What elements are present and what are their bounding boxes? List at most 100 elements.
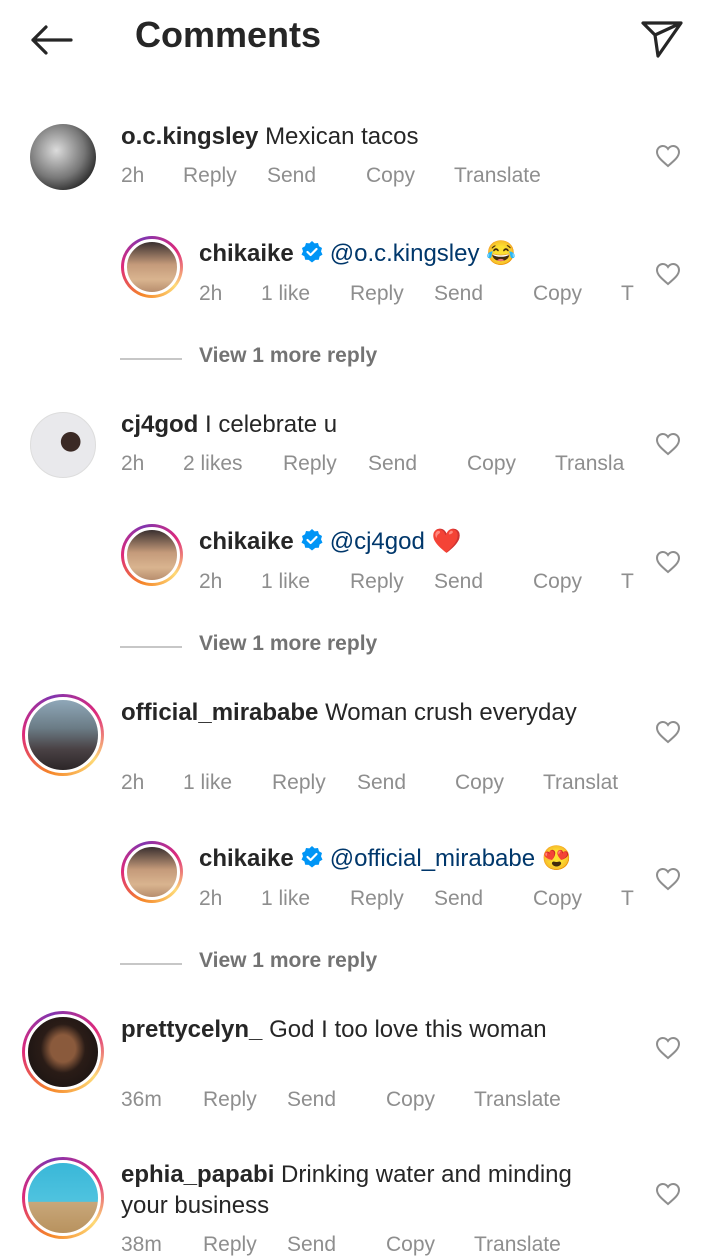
likes-count[interactable]: 1 like bbox=[261, 887, 310, 911]
comment-time: 2h bbox=[121, 452, 145, 475]
arrow-left-icon bbox=[31, 25, 73, 55]
divider bbox=[120, 646, 182, 648]
comment-time: 2h bbox=[199, 570, 223, 593]
comment-time: 36m bbox=[121, 1088, 162, 1111]
avatar[interactable] bbox=[22, 1157, 104, 1239]
reply-button[interactable]: Reply bbox=[203, 1088, 257, 1112]
mention-link[interactable]: @official_mirababe bbox=[330, 845, 535, 872]
avatar[interactable] bbox=[121, 524, 183, 586]
send-button[interactable]: Send bbox=[287, 1233, 336, 1257]
send-button[interactable]: Send bbox=[287, 1088, 336, 1112]
comment-username[interactable]: chikaike bbox=[199, 240, 294, 267]
comment-username[interactable]: prettycelyn_ bbox=[121, 1016, 262, 1043]
reply-item: chikaike @official_mirababe 😍 2h 1 like R… bbox=[0, 841, 720, 921]
mention-link[interactable]: @cj4god bbox=[330, 528, 425, 555]
comment-time: 2h bbox=[199, 282, 223, 305]
comment-text: Mexican tacos bbox=[265, 123, 419, 150]
back-button[interactable] bbox=[26, 18, 76, 62]
avatar[interactable] bbox=[121, 236, 183, 298]
reply-button[interactable]: Reply bbox=[283, 452, 337, 476]
translate-button[interactable]: T bbox=[621, 570, 634, 594]
heart-icon[interactable] bbox=[655, 720, 681, 744]
verified-badge-icon bbox=[301, 241, 323, 263]
send-button[interactable]: Send bbox=[368, 452, 417, 476]
send-button[interactable]: Send bbox=[434, 570, 483, 594]
avatar[interactable] bbox=[121, 841, 183, 903]
copy-button[interactable]: Copy bbox=[533, 570, 582, 594]
heart-icon[interactable] bbox=[655, 1182, 681, 1206]
translate-button[interactable]: Translate bbox=[474, 1088, 561, 1112]
comment-item: ephia_papabi Drinking water and minding … bbox=[0, 1157, 720, 1256]
comment-time: 2h bbox=[199, 887, 223, 910]
divider bbox=[120, 963, 182, 965]
copy-button[interactable]: Copy bbox=[386, 1233, 435, 1257]
comment-username[interactable]: chikaike bbox=[199, 528, 294, 555]
comment-username[interactable]: cj4god bbox=[121, 411, 198, 438]
send-button[interactable]: Send bbox=[434, 887, 483, 911]
copy-button[interactable]: Copy bbox=[533, 282, 582, 306]
comment-username[interactable]: chikaike bbox=[199, 845, 294, 872]
reply-button[interactable]: Reply bbox=[203, 1233, 257, 1257]
page-title: Comments bbox=[135, 14, 322, 55]
divider bbox=[120, 358, 182, 360]
view-more-label[interactable]: View 1 more reply bbox=[199, 632, 377, 656]
comment-username[interactable]: ephia_papabi bbox=[121, 1161, 274, 1188]
verified-badge-icon bbox=[301, 846, 323, 868]
mention-link[interactable]: @o.c.kingsley bbox=[330, 240, 480, 267]
comment-time: 38m bbox=[121, 1233, 162, 1256]
heart-icon[interactable] bbox=[655, 550, 681, 574]
likes-count[interactable]: 1 like bbox=[261, 282, 310, 306]
avatar[interactable] bbox=[22, 1011, 104, 1093]
reply-button[interactable]: Reply bbox=[183, 164, 237, 188]
reply-button[interactable]: Reply bbox=[350, 570, 404, 594]
translate-button[interactable]: Translat bbox=[543, 771, 618, 795]
comment-time: 2h bbox=[121, 164, 145, 187]
translate-button[interactable]: T bbox=[621, 282, 634, 306]
heart-icon[interactable] bbox=[655, 867, 681, 891]
comment-item: official_mirababe Woman crush everyday 2… bbox=[0, 694, 720, 804]
view-more-label[interactable]: View 1 more reply bbox=[199, 344, 377, 368]
comment-text: God I too love this woman bbox=[269, 1016, 547, 1043]
reply-button[interactable]: Reply bbox=[272, 771, 326, 795]
header-bar: Comments bbox=[0, 0, 720, 80]
translate-button[interactable]: T bbox=[621, 887, 634, 911]
share-button[interactable] bbox=[636, 14, 688, 64]
comment-item: cj4god I celebrate u 2h 2 likes Reply Se… bbox=[0, 408, 720, 488]
copy-button[interactable]: Copy bbox=[455, 771, 504, 795]
reply-item: chikaike @o.c.kingsley 😂 2h 1 like Reply … bbox=[0, 236, 720, 316]
verified-badge-icon bbox=[301, 529, 323, 551]
heart-icon[interactable] bbox=[655, 432, 681, 456]
reply-button[interactable]: Reply bbox=[350, 887, 404, 911]
heart-icon[interactable] bbox=[655, 262, 681, 286]
translate-button[interactable]: Transla bbox=[555, 452, 624, 476]
view-more-label[interactable]: View 1 more reply bbox=[199, 949, 377, 973]
send-button[interactable]: Send bbox=[434, 282, 483, 306]
avatar[interactable] bbox=[22, 694, 104, 776]
avatar[interactable] bbox=[30, 412, 96, 478]
translate-button[interactable]: Translate bbox=[454, 164, 541, 188]
heart-icon[interactable] bbox=[655, 1036, 681, 1060]
heart-icon[interactable] bbox=[655, 144, 681, 168]
comment-username[interactable]: o.c.kingsley bbox=[121, 123, 258, 150]
emoji-laugh: 😂 bbox=[486, 240, 517, 267]
comment-username[interactable]: official_mirababe bbox=[121, 699, 318, 726]
likes-count[interactable]: 1 like bbox=[261, 570, 310, 594]
comment-text: I celebrate u bbox=[205, 411, 338, 438]
copy-button[interactable]: Copy bbox=[533, 887, 582, 911]
comment-text: Woman crush everyday bbox=[325, 699, 577, 726]
emoji-heart-eyes: 😍 bbox=[541, 845, 572, 872]
comment-item: o.c.kingsley Mexican tacos 2h Reply Send… bbox=[0, 120, 720, 200]
likes-count[interactable]: 2 likes bbox=[183, 452, 243, 476]
copy-button[interactable]: Copy bbox=[366, 164, 415, 188]
reply-button[interactable]: Reply bbox=[350, 282, 404, 306]
comment-item: prettycelyn_ God I too love this woman 3… bbox=[0, 1011, 720, 1121]
translate-button[interactable]: Translate bbox=[474, 1233, 561, 1257]
emoji-heart: ❤️ bbox=[431, 528, 462, 555]
send-button[interactable]: Send bbox=[267, 164, 316, 188]
send-button[interactable]: Send bbox=[357, 771, 406, 795]
avatar[interactable] bbox=[30, 124, 96, 190]
likes-count[interactable]: 1 like bbox=[183, 771, 232, 795]
comment-text: Drinking water and minding bbox=[281, 1161, 572, 1188]
copy-button[interactable]: Copy bbox=[386, 1088, 435, 1112]
copy-button[interactable]: Copy bbox=[467, 452, 516, 476]
